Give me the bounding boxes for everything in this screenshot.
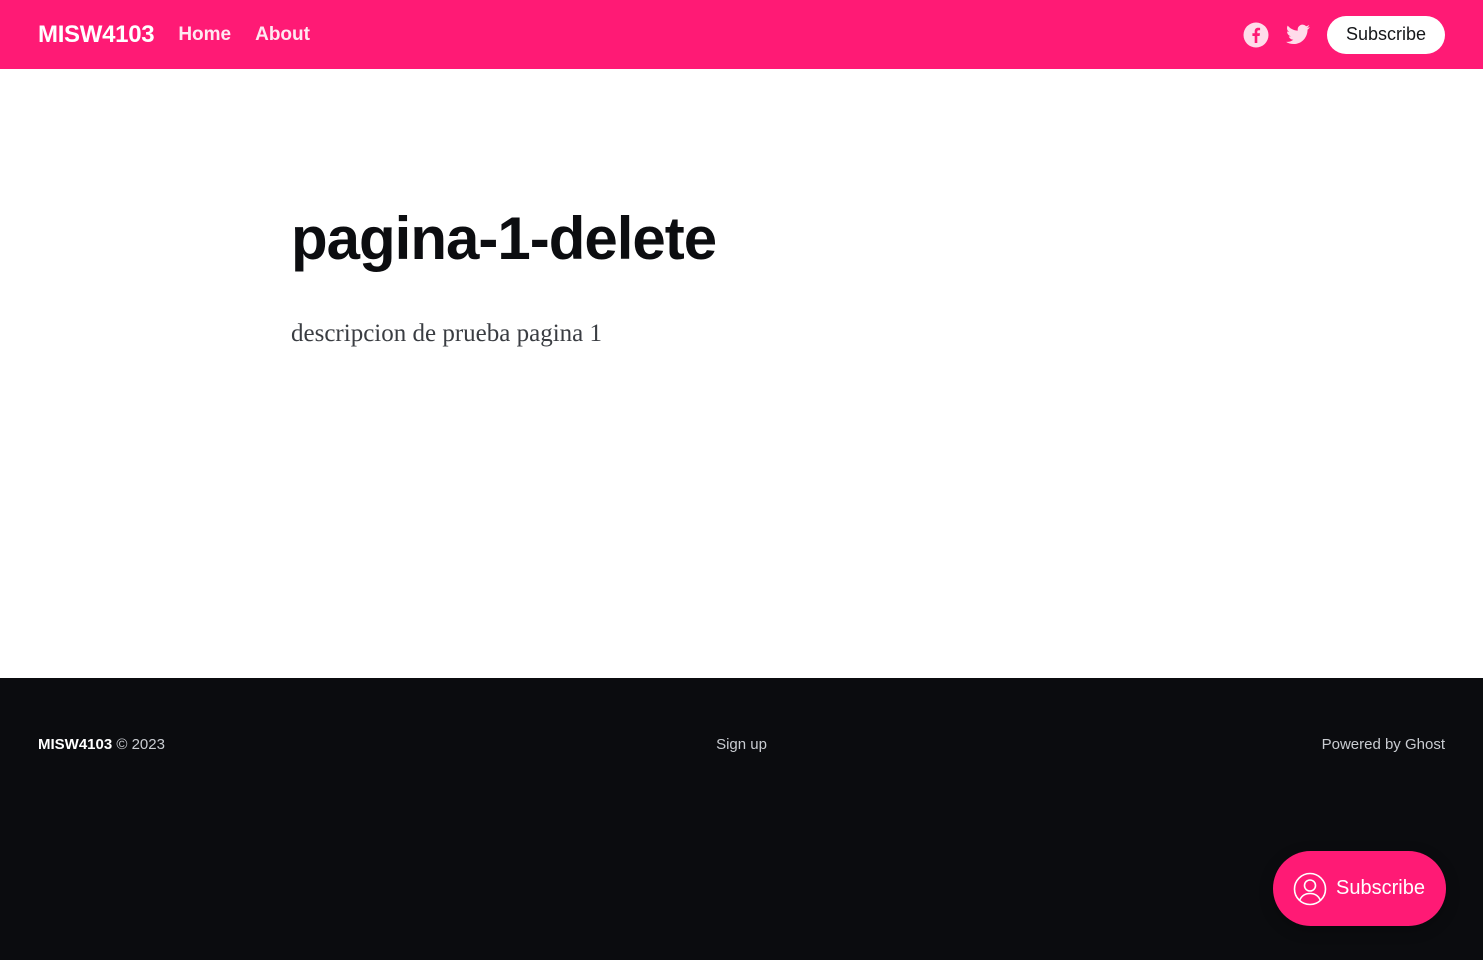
footer-brand-link[interactable]: MISW4103 xyxy=(38,736,112,753)
portal-button-label: Subscribe xyxy=(1336,877,1425,899)
page-excerpt: descripcion de prueba pagina 1 xyxy=(291,320,602,347)
nav-item-about[interactable]: About xyxy=(255,24,310,46)
header-actions: Subscribe xyxy=(1243,15,1445,54)
page: MISW4103 Home About Subscribe pagina-1-d… xyxy=(0,0,1483,960)
facebook-icon[interactable] xyxy=(1243,22,1269,48)
main-content: pagina-1-delete descripcion de prueba pa… xyxy=(0,69,1483,678)
twitter-icon[interactable] xyxy=(1285,22,1311,48)
site-logo[interactable]: MISW4103 xyxy=(38,21,155,49)
subscribe-button[interactable]: Subscribe xyxy=(1326,15,1445,54)
user-icon xyxy=(1293,872,1327,906)
site-footer: MISW4103 © 2023 Sign up Powered by Ghost xyxy=(0,678,1483,960)
main-nav: Home About xyxy=(178,24,310,46)
footer-copyright: MISW4103 © 2023 xyxy=(38,736,165,753)
footer-year: © 2023 xyxy=(116,736,165,753)
portal-subscribe-button[interactable]: Subscribe xyxy=(1273,851,1446,926)
page-title: pagina-1-delete xyxy=(291,205,717,272)
powered-by-link[interactable]: Powered by Ghost xyxy=(1322,736,1445,753)
footer-signup-link[interactable]: Sign up xyxy=(716,736,767,753)
site-header: MISW4103 Home About Subscribe xyxy=(0,0,1483,69)
footer-row: MISW4103 © 2023 Sign up Powered by Ghost xyxy=(38,736,1445,753)
nav-item-home[interactable]: Home xyxy=(178,24,231,46)
